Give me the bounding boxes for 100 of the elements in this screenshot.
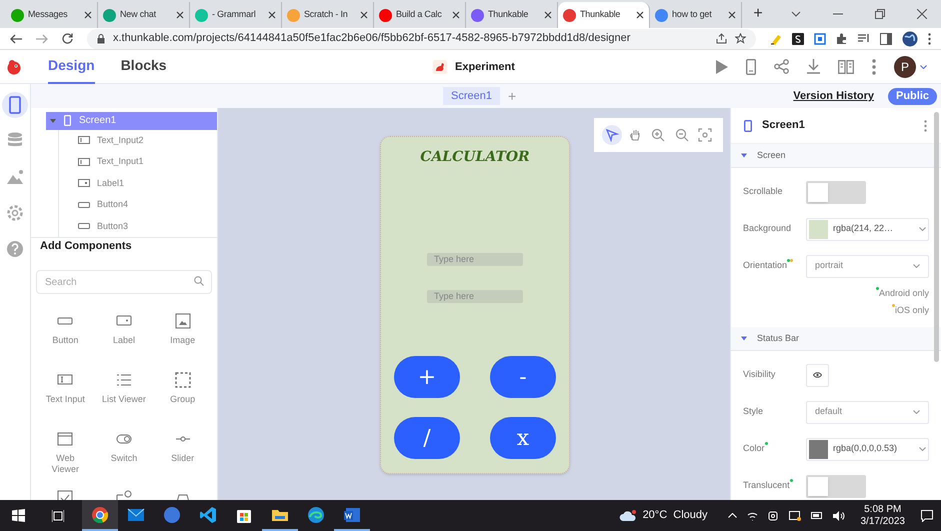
more-icon[interactable]: [872, 58, 876, 74]
chevron-up-icon[interactable]: [728, 513, 736, 518]
address-bar[interactable]: x.thunkable.com/projects/64144841a50f5e1fac2b6e06/f5bb62bf-6517-4582-8965-b7972bbdd1d8/designer: [87, 28, 756, 48]
color-value: rgba(0,0,0,0.53): [833, 442, 898, 456]
section-header[interactable]: Screen: [731, 144, 941, 168]
back-icon[interactable]: [10, 34, 22, 44]
component-label[interactable]: List Viewer: [102, 394, 146, 404]
download-icon[interactable]: [807, 59, 820, 74]
clock-time[interactable]: 5:08 PM: [864, 504, 902, 516]
tree-item[interactable]: Text_Input2: [59, 130, 217, 151]
visibility-button[interactable]: [806, 364, 829, 386]
mascot-logo-icon: [6, 58, 22, 74]
calculator-button[interactable]: -: [490, 356, 556, 398]
tree-item[interactable]: Label1: [59, 172, 217, 194]
speaker-icon[interactable]: [832, 510, 844, 520]
label-icon: [78, 179, 90, 188]
component-label[interactable]: Switch: [102, 452, 146, 464]
text-input-field[interactable]: Type here: [427, 290, 523, 303]
cloud-icon[interactable]: [618, 510, 637, 522]
dropdown[interactable]: default: [806, 400, 929, 424]
pointer-icon[interactable]: [602, 125, 622, 145]
image-icon[interactable]: [174, 312, 191, 328]
phone-icon[interactable]: [2, 92, 28, 118]
list-icon[interactable]: [116, 372, 132, 388]
chrome-icon[interactable]: [82, 500, 118, 531]
platform-note: iOS only: [892, 304, 929, 317]
caret-down-icon[interactable]: [50, 118, 56, 124]
tree-label: Screen1: [79, 114, 116, 128]
close-icon[interactable]: [917, 9, 927, 19]
more-icon[interactable]: [928, 32, 931, 44]
side-panel-icon[interactable]: [880, 32, 892, 44]
extension-icon[interactable]: [792, 32, 804, 44]
toggle-switch[interactable]: [806, 180, 866, 204]
chevron-down-icon[interactable]: [920, 64, 927, 68]
user-avatar[interactable]: P: [894, 56, 916, 78]
wifi-icon[interactable]: [746, 510, 758, 520]
tree-item[interactable]: Button3: [59, 216, 217, 237]
panel-title: Screen1: [762, 118, 806, 134]
play-icon[interactable]: [716, 60, 728, 74]
phone-icon: [64, 115, 71, 126]
section-header[interactable]: Status Bar: [731, 327, 941, 351]
tab-title: how to get: [672, 8, 713, 22]
public-button[interactable]: Public: [888, 88, 937, 104]
label-icon[interactable]: [116, 312, 132, 328]
text-input-icon[interactable]: [57, 372, 74, 388]
share-icon[interactable]: [774, 59, 789, 74]
window-icon[interactable]: [57, 430, 74, 446]
reload-icon[interactable]: [62, 33, 73, 44]
component-label[interactable]: Web Viewer: [43, 452, 88, 474]
calculator-button[interactable]: /: [394, 417, 460, 459]
component-label[interactable]: Image: [160, 334, 205, 346]
tree-item[interactable]: Text_Input1: [59, 151, 217, 172]
dinosaur-icon: [433, 60, 447, 74]
calculator-button[interactable]: +: [394, 356, 460, 398]
windows-start-icon[interactable]: [12, 509, 25, 522]
tab-title: New chat: [120, 8, 157, 22]
meet-now-icon[interactable]: [768, 510, 778, 521]
search-field[interactable]: Search: [36, 270, 212, 294]
notification-icon[interactable]: [921, 510, 933, 522]
browser-tab[interactable]: Thunkable: [558, 2, 650, 28]
screenshot-icon[interactable]: [814, 32, 826, 44]
task-view-icon[interactable]: [52, 510, 64, 522]
component-label[interactable]: Label: [102, 334, 146, 346]
new-tab-button[interactable]: +: [748, 4, 768, 24]
tree-item[interactable]: Button4: [59, 194, 217, 216]
url-text: x.thunkable.com/projects/64144841a50f5e1fac2b6e06/f5bb62bf-6517-4582-8965-b7972bbdd1d8/designer: [113, 31, 632, 46]
toggle-switch[interactable]: [806, 474, 866, 498]
calculator-button[interactable]: x: [490, 417, 556, 459]
weather-text[interactable]: 20°C Cloudy: [642, 507, 708, 524]
minimize-icon[interactable]: [833, 13, 843, 15]
playlist-icon[interactable]: [858, 34, 870, 44]
puzzle-icon[interactable]: [836, 32, 848, 44]
text-input-field[interactable]: Type here: [427, 253, 523, 266]
phone-icon[interactable]: [746, 58, 756, 74]
restore-icon[interactable]: [875, 9, 885, 19]
component-label[interactable]: Text Input: [43, 394, 88, 404]
clock-date[interactable]: 3/17/2023: [860, 516, 905, 528]
screen-tab[interactable]: Screen1: [443, 87, 500, 105]
tree-item[interactable]: Screen1: [46, 112, 217, 130]
battery-icon[interactable]: [810, 512, 822, 519]
share-icon[interactable]: [716, 33, 727, 44]
highlighter-icon[interactable]: [770, 32, 782, 44]
dashed-square-icon[interactable]: [174, 372, 191, 388]
component-label[interactable]: Button: [43, 334, 88, 346]
nav-tab[interactable]: Blocks: [120, 50, 167, 84]
component-label[interactable]: Group: [160, 394, 205, 404]
dropdown[interactable]: portrait: [806, 254, 929, 278]
close-icon: [636, 11, 644, 19]
version-history-link[interactable]: Version History: [793, 88, 874, 104]
profile-globe-icon[interactable]: [902, 30, 918, 46]
color-picker[interactable]: rgba(0,0,0,0.53): [806, 438, 929, 460]
forward-icon[interactable]: [36, 34, 48, 44]
star-icon[interactable]: [735, 33, 746, 44]
property-label: Translucent: [743, 479, 806, 493]
button-icon: [78, 200, 90, 209]
add-screen-button[interactable]: +: [508, 86, 516, 106]
component-label[interactable]: Slider: [160, 452, 205, 464]
book-icon[interactable]: [838, 60, 854, 74]
color-picker[interactable]: rgba(214, 22…: [806, 218, 929, 240]
camera-alert-icon[interactable]: [788, 510, 800, 521]
